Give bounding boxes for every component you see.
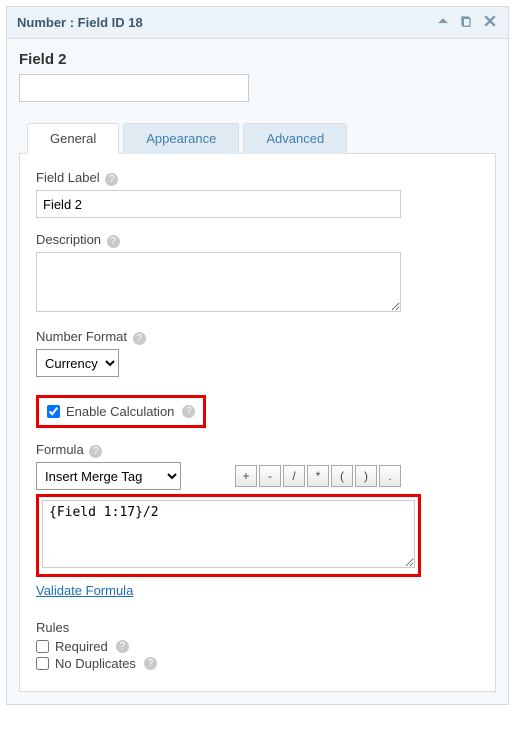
field-settings-panel: Number : Field ID 18 Field 2 General App… xyxy=(6,6,509,705)
op-minus[interactable]: - xyxy=(259,465,281,487)
field-title: Field 2 xyxy=(7,39,508,74)
label-enable-calculation: Enable Calculation xyxy=(66,404,174,419)
op-div[interactable]: / xyxy=(283,465,305,487)
formula-highlight: {Field 1:17}/2 xyxy=(36,494,421,577)
help-icon[interactable]: ? xyxy=(182,405,195,418)
tab-appearance[interactable]: Appearance xyxy=(123,123,239,154)
help-icon[interactable]: ? xyxy=(107,235,120,248)
required-checkbox[interactable] xyxy=(36,640,49,653)
help-icon[interactable]: ? xyxy=(89,445,102,458)
panel-header: Number : Field ID 18 xyxy=(7,7,508,39)
op-rpar[interactable]: ) xyxy=(355,465,377,487)
tabs: General Appearance Advanced xyxy=(19,116,496,154)
collapse-icon[interactable] xyxy=(436,14,450,31)
no-duplicates-checkbox[interactable] xyxy=(36,657,49,670)
op-mul[interactable]: * xyxy=(307,465,329,487)
operator-buttons: + - / * ( ) . xyxy=(235,465,401,487)
enable-calculation-highlight: Enable Calculation ? xyxy=(36,395,206,428)
enable-calculation-checkbox[interactable] xyxy=(47,405,60,418)
tab-general[interactable]: General xyxy=(27,123,119,154)
formula-textarea[interactable]: {Field 1:17}/2 xyxy=(42,500,415,568)
label-required: Required xyxy=(55,639,108,654)
panel-title: Number : Field ID 18 xyxy=(17,15,143,30)
label-formula: Formula ? xyxy=(36,442,479,458)
label-number-format: Number Format ? xyxy=(36,329,479,345)
number-format-select[interactable]: Currency xyxy=(36,349,119,377)
help-icon[interactable]: ? xyxy=(116,640,129,653)
description-textarea[interactable] xyxy=(36,252,401,312)
op-lpar[interactable]: ( xyxy=(331,465,353,487)
help-icon[interactable]: ? xyxy=(133,332,146,345)
field-preview-input[interactable] xyxy=(19,74,249,102)
label-description: Description ? xyxy=(36,232,479,248)
validate-formula-link[interactable]: Validate Formula xyxy=(36,583,133,598)
op-plus[interactable]: + xyxy=(235,465,257,487)
label-field-label: Field Label ? xyxy=(36,170,479,186)
close-icon[interactable] xyxy=(482,13,498,32)
help-icon[interactable]: ? xyxy=(105,173,118,186)
label-rules: Rules xyxy=(36,620,479,635)
field-label-input[interactable] xyxy=(36,190,401,218)
help-icon[interactable]: ? xyxy=(144,657,157,670)
tab-advanced[interactable]: Advanced xyxy=(243,123,347,154)
merge-tag-select[interactable]: Insert Merge Tag xyxy=(36,462,181,490)
duplicate-icon[interactable] xyxy=(458,13,474,32)
tab-body-general: Field Label ? Description ? Number Forma… xyxy=(19,154,496,692)
label-no-duplicates: No Duplicates xyxy=(55,656,136,671)
op-dot[interactable]: . xyxy=(379,465,401,487)
